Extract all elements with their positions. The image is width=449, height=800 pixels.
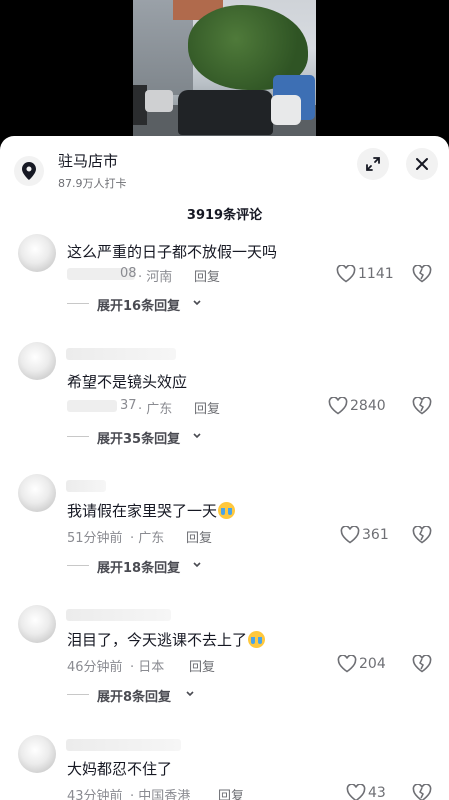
comment-time: 46分钟前 <box>67 660 123 675</box>
chevron-down-icon <box>193 300 201 306</box>
broken-heart-icon <box>412 525 432 544</box>
heart-icon <box>337 655 357 673</box>
broken-heart-icon <box>412 264 432 283</box>
broken-heart-icon <box>412 654 432 673</box>
crying-emoji-icon <box>248 631 266 648</box>
comment-text[interactable]: 我请假在家里哭了一天 <box>67 500 236 521</box>
blurred-username <box>66 348 176 360</box>
broken-heart-icon <box>412 783 432 800</box>
divider <box>67 436 89 437</box>
dislike-button[interactable] <box>412 525 432 548</box>
comment-time: 37 <box>120 398 137 413</box>
dislike-button[interactable] <box>412 654 432 677</box>
blurred-username <box>66 480 106 492</box>
avatar[interactable] <box>18 342 56 380</box>
dislike-button[interactable] <box>412 783 432 800</box>
like-count: 204 <box>359 656 386 672</box>
blurred-username <box>66 609 171 621</box>
close-icon <box>416 158 428 170</box>
video-car <box>178 90 273 135</box>
avatar[interactable] <box>18 234 56 272</box>
comment-time: 08 <box>120 266 137 281</box>
comment-text[interactable]: 希望不是镜头效应 <box>67 371 187 392</box>
expand-icon <box>366 157 380 171</box>
heart-icon <box>346 784 366 800</box>
comment-region: · 广东 <box>130 531 165 546</box>
expand-replies-label: 展开8条回复 <box>97 690 172 705</box>
like-count: 2840 <box>350 398 386 414</box>
comment-item: 泪目了，今天逃课不去上了 46分钟前 · 日本 回复 204 展开8条回复 <box>0 603 449 723</box>
video-car <box>145 90 173 112</box>
reply-button[interactable]: 回复 <box>189 656 215 675</box>
chevron-down-icon <box>186 691 194 697</box>
comment-time: 43分钟前 <box>67 789 123 800</box>
reply-button[interactable]: 回复 <box>194 266 220 285</box>
expand-replies-label: 展开16条回复 <box>97 299 181 314</box>
divider <box>67 694 89 695</box>
comment-text[interactable]: 这么严重的日子都不放假一天吗 <box>67 241 277 262</box>
chevron-down-icon <box>193 433 201 439</box>
like-count: 43 <box>368 785 386 800</box>
avatar[interactable] <box>18 605 56 643</box>
heart-icon <box>340 526 360 544</box>
blurred-meta <box>67 400 117 412</box>
close-button[interactable] <box>406 148 438 180</box>
divider <box>67 303 89 304</box>
reply-button[interactable]: 回复 <box>186 527 212 546</box>
dislike-button[interactable] <box>412 264 432 287</box>
comment-item: 大妈都忍不住了 43分钟前 · 中国香港 回复 43 <box>0 733 449 800</box>
comment-text-content: 泪目了，今天逃课不去上了 <box>67 631 248 649</box>
video-player[interactable] <box>0 0 449 150</box>
comment-text-content: 我请假在家里哭了一天 <box>67 502 218 520</box>
expand-replies-label: 展开35条回复 <box>97 432 181 447</box>
comment-count-title: 3919条评论 <box>186 208 263 223</box>
location-pin-icon <box>14 156 44 186</box>
avatar[interactable] <box>18 474 56 512</box>
comment-item: 希望不是镜头效应 37 · 广东 回复 2840 展开35条回复 <box>0 342 449 462</box>
comment-region: · 日本 <box>130 660 165 675</box>
crying-emoji-icon <box>218 502 236 519</box>
like-count: 361 <box>362 527 389 543</box>
divider <box>67 565 89 566</box>
comment-region: · 广东 <box>138 402 173 417</box>
location-name: 驻马店市 <box>58 152 119 170</box>
comment-text[interactable]: 泪目了，今天逃课不去上了 <box>67 629 266 650</box>
broken-heart-icon <box>412 396 432 415</box>
like-count: 1141 <box>358 266 394 282</box>
expand-replies-label: 展开18条回复 <box>97 561 181 576</box>
chevron-down-icon <box>193 562 201 568</box>
reply-button[interactable]: 回复 <box>218 785 244 800</box>
heart-icon <box>328 397 348 415</box>
location-checkins: 87.9万人打卡 <box>58 177 127 190</box>
comment-time: 51分钟前 <box>67 531 123 546</box>
comment-region: · 河南 <box>138 270 173 285</box>
dislike-button[interactable] <box>412 396 432 419</box>
comment-text[interactable]: 大妈都忍不住了 <box>67 758 172 779</box>
expand-button[interactable] <box>357 148 389 180</box>
comment-item: 我请假在家里哭了一天 51分钟前 · 广东 回复 361 展开18条回复 <box>0 474 449 594</box>
video-frame <box>133 0 316 140</box>
comment-sheet: 驻马店市 87.9万人打卡 3919条评论 这么严重的日子都不放假一天吗 08 … <box>0 136 449 800</box>
reply-button[interactable]: 回复 <box>194 398 220 417</box>
blurred-username <box>66 739 181 751</box>
heart-icon <box>336 265 356 283</box>
comment-region: · 中国香港 <box>130 789 191 800</box>
avatar[interactable] <box>18 735 56 773</box>
video-car <box>271 95 301 125</box>
comment-item: 这么严重的日子都不放假一天吗 08 · 河南 回复 1141 展开16条回复 <box>0 232 449 352</box>
